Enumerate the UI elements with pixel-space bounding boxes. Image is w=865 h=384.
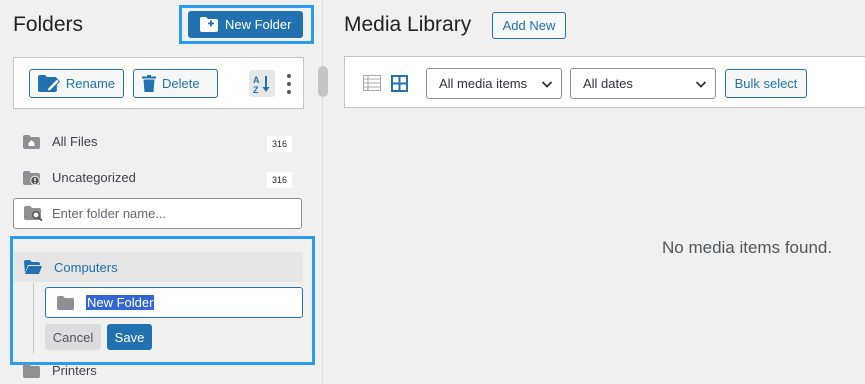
media-filter-bar: All media items All dates Bulk select	[344, 56, 865, 108]
grid-view-icon[interactable]	[391, 75, 408, 92]
sort-button[interactable]: A Z	[249, 70, 275, 97]
uncategorized-label: Uncategorized	[52, 170, 136, 185]
cancel-button[interactable]: Cancel	[45, 324, 101, 350]
folder-open-icon	[24, 260, 42, 274]
new-folder-edit-row[interactable]: New Folder	[45, 287, 303, 318]
svg-text:A: A	[253, 75, 260, 85]
chevron-down-icon	[695, 81, 707, 88]
home-folder-icon	[23, 134, 40, 149]
folder-search-input[interactable]	[52, 206, 282, 221]
folder-item-all-files[interactable]: All Files	[23, 134, 98, 149]
folders-sidebar: Folders New Folder Rename Delete A Z All…	[0, 0, 323, 384]
folder-icon	[57, 295, 74, 310]
sort-az-icon: A Z	[253, 75, 270, 94]
trash-icon	[142, 75, 156, 92]
more-options-icon[interactable]	[286, 74, 292, 94]
bulk-select-button[interactable]: Bulk select	[725, 69, 807, 98]
date-filter-value: All dates	[583, 76, 633, 91]
tree-connector	[33, 283, 34, 353]
new-folder-label: New Folder	[225, 17, 292, 32]
folder-search-icon	[24, 206, 43, 221]
media-type-value: All media items	[439, 76, 528, 91]
all-files-label: All Files	[52, 134, 98, 149]
folder-item-printers[interactable]: Printers	[23, 363, 97, 378]
folders-title: Folders	[13, 13, 84, 36]
folder-item-uncategorized[interactable]: Uncategorized	[23, 170, 136, 185]
rename-button[interactable]: Rename	[29, 69, 124, 98]
list-view-icon[interactable]	[363, 75, 381, 91]
folder-edit-icon	[38, 75, 60, 92]
printers-label: Printers	[52, 363, 97, 378]
folder-plus-icon	[200, 17, 218, 32]
info-folder-icon	[23, 170, 40, 185]
media-type-select[interactable]: All media items	[426, 68, 562, 99]
empty-state-message: No media items found.	[662, 238, 833, 257]
computers-label: Computers	[54, 259, 118, 275]
chevron-down-icon	[541, 81, 553, 88]
rename-label: Rename	[65, 76, 115, 91]
all-files-count: 316	[266, 136, 292, 152]
new-folder-button[interactable]: New Folder	[188, 11, 303, 38]
delete-button[interactable]: Delete	[133, 69, 218, 98]
delete-label: Delete	[162, 76, 200, 91]
folder-toolbar: Rename Delete A Z	[13, 57, 304, 109]
folder-icon	[23, 363, 40, 378]
date-filter-select[interactable]: All dates	[570, 68, 716, 99]
save-button[interactable]: Save	[107, 324, 152, 350]
uncategorized-count: 316	[266, 172, 292, 188]
folder-search-box[interactable]	[13, 198, 302, 229]
new-folder-name-input[interactable]: New Folder	[86, 295, 155, 310]
folder-item-computers[interactable]: Computers	[14, 252, 303, 282]
add-new-button[interactable]: Add New	[492, 12, 566, 39]
svg-text:Z: Z	[253, 85, 259, 94]
page-title: Media Library	[344, 13, 472, 36]
sidebar-resize-handle[interactable]	[318, 66, 328, 97]
